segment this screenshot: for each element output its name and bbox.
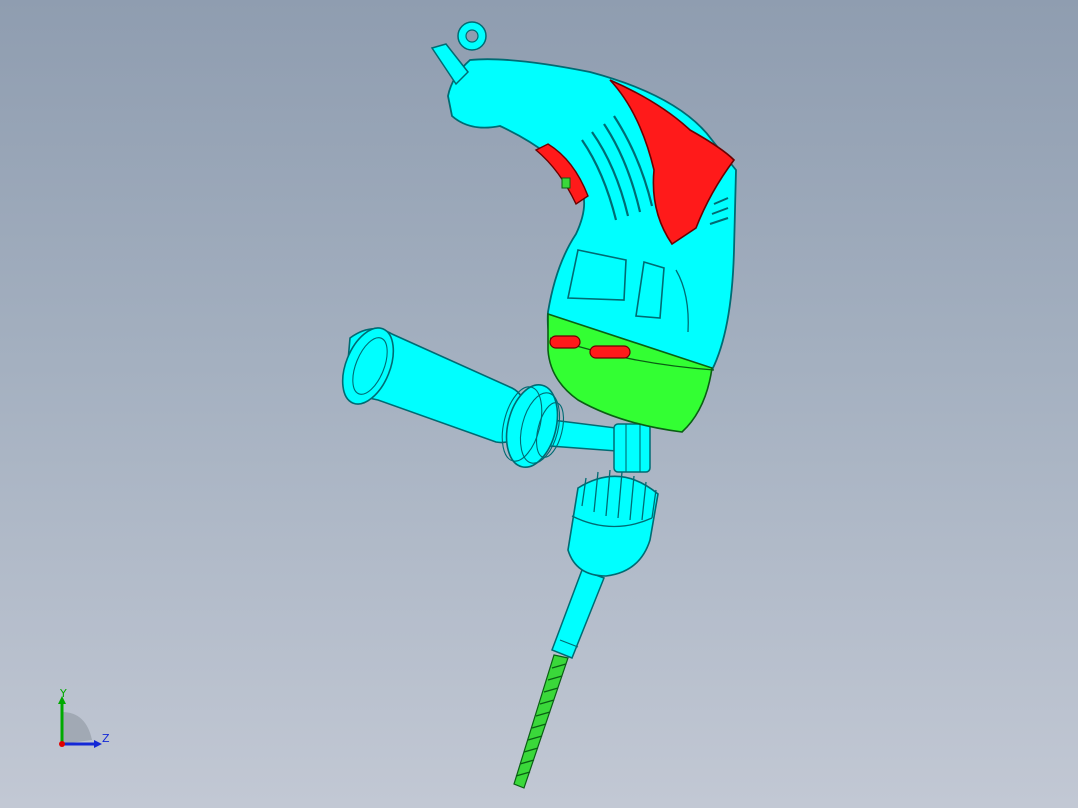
- triad-plane: [62, 712, 92, 744]
- graphics-viewport[interactable]: Y Z: [0, 0, 1078, 808]
- drill-bit[interactable]: [513, 654, 569, 789]
- chuck[interactable]: [567, 469, 659, 577]
- chuck-shaft[interactable]: [551, 569, 605, 659]
- triad-z-label: Z: [102, 732, 110, 745]
- chuck-neck[interactable]: [613, 423, 651, 473]
- drill-model[interactable]: [0, 0, 1078, 808]
- triad-y-label: Y: [60, 687, 67, 700]
- triad-origin: [59, 741, 65, 747]
